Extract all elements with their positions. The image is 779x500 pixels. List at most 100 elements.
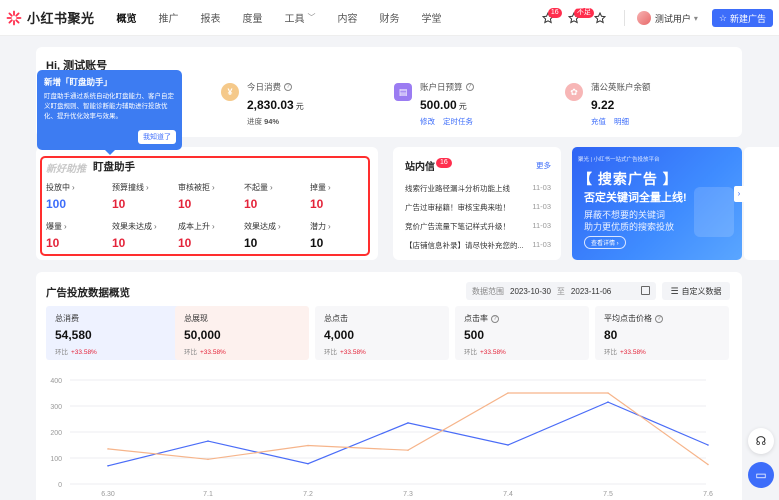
trend-line-chart: 0 100 200 300 400 6.30 7.1 7.2 7.3 7.4 7.5 7.6 xyxy=(50,378,713,498)
unit: 元 xyxy=(295,102,304,111)
inbox-message[interactable]: 【店铺信息补录】请尽快补充您的... 11-03 xyxy=(405,240,551,251)
chevron-down-icon[interactable]: ▾ xyxy=(694,14,698,23)
nav-item-overview[interactable]: 概览 xyxy=(117,10,137,25)
helper-cell-budget-hit[interactable]: 预算撞线 › 10 xyxy=(112,182,172,211)
start-date: 2023-10-30 xyxy=(510,286,551,296)
chevron-right-icon: › xyxy=(154,222,157,231)
series-line-2 xyxy=(107,392,709,465)
chat-button[interactable]: ▭ xyxy=(748,462,774,488)
kpi-change: 环比 +33.58% xyxy=(184,346,300,356)
new-ad-button[interactable]: ☆ 新建广告 xyxy=(711,9,773,27)
calendar-icon xyxy=(641,286,650,295)
chevron-right-icon: › xyxy=(72,183,75,192)
nav-item-content[interactable]: 内容 xyxy=(338,10,358,25)
got-it-button[interactable]: 我知道了 xyxy=(138,130,176,144)
balance-links: 充值 明细 xyxy=(591,116,651,127)
custom-data-button[interactable]: ☰ 自定义数据 xyxy=(662,282,730,300)
progress-label: 进度 xyxy=(247,117,262,126)
kpi-change-label: 环比 xyxy=(464,349,477,356)
message-date: 11-03 xyxy=(532,183,551,192)
today-spend-value: 2,830.03 元 xyxy=(247,98,304,112)
data-point xyxy=(307,444,309,447)
budget-links: 修改 定时任务 xyxy=(420,116,481,127)
nav-item-academy[interactable]: 学堂 xyxy=(422,10,442,25)
yuan-icon: ¥ xyxy=(221,83,239,101)
budget-label: 账户日预算 xyxy=(420,82,463,92)
inbox-message[interactable]: 竞价广告流量下笔记样式升级！ 11-03 xyxy=(405,221,551,232)
cell-label-text: 潜力 xyxy=(310,222,326,231)
data-point xyxy=(307,462,309,465)
today-progress: 进度 94% xyxy=(247,116,304,127)
cell-label: 预算撞线 › xyxy=(112,182,172,193)
favorites-button-2[interactable]: 不足 xyxy=(562,6,594,30)
kpi-label-text: 平均点击价格 xyxy=(604,314,652,323)
nav-item-measure[interactable]: 度量 xyxy=(243,10,263,25)
helper-cell-low-volume[interactable]: 不起量 › 10 xyxy=(244,182,304,211)
favorites-button-3[interactable] xyxy=(588,6,612,30)
kpi-total-clicks[interactable]: 总点击 4,000 环比 +33.58% xyxy=(315,306,449,360)
data-point xyxy=(507,392,509,394)
date-range-picker[interactable]: 数据范围 2023-10-30 至 2023-11-06 xyxy=(466,282,656,300)
cell-label: 爆量 › xyxy=(46,221,106,232)
carousel-next-button[interactable]: › xyxy=(734,186,744,202)
today-spend-metric: ¥ 今日消费? 2,830.03 元 进度 94% xyxy=(221,81,304,127)
scheduled-task-link[interactable]: 定时任务 xyxy=(443,117,473,126)
nav-item-tools[interactable]: 工具 ﹀ xyxy=(285,10,316,25)
helper-cell-rejected[interactable]: 审核被拒 › 10 xyxy=(178,182,238,211)
kpi-total-impressions[interactable]: 总展现 50,000 环比 +33.58% xyxy=(175,306,309,360)
customer-service-button[interactable]: ☊ xyxy=(748,428,774,454)
nav-item-reports[interactable]: 报表 xyxy=(201,10,221,25)
user-name[interactable]: 测试用户 xyxy=(655,12,691,25)
y-tick-label: 100 xyxy=(50,456,62,463)
kpi-label: 总展现 xyxy=(184,313,300,324)
kpi-avg-cpc[interactable]: 平均点击价格? 80 环比 +33.58% xyxy=(595,306,729,360)
help-icon[interactable]: ? xyxy=(491,314,499,323)
chevron-right-icon: › xyxy=(212,183,215,192)
data-point xyxy=(407,422,409,424)
faded-title[interactable]: 新好助推 xyxy=(46,160,86,175)
edit-budget-link[interactable]: 修改 xyxy=(420,117,435,126)
cell-value: 10 xyxy=(310,236,324,250)
helper-cell-running[interactable]: 投放中 › 100 xyxy=(46,182,106,211)
date-range-label: 数据范围 xyxy=(472,286,504,296)
y-tick-label: 200 xyxy=(50,430,62,437)
inbox-message[interactable]: 广告过审秘籍！审核宝典来啦！ 11-03 xyxy=(405,202,551,213)
favorites-button-1[interactable]: 16 xyxy=(536,6,562,30)
helper-cell-cost-rise[interactable]: 成本上升 › 10 xyxy=(178,221,238,250)
nav-item-promotion[interactable]: 推广 xyxy=(159,10,179,25)
divider xyxy=(623,10,625,26)
helper-cell-potential[interactable]: 潜力 › 10 xyxy=(310,221,370,250)
helper-cell-surge[interactable]: 爆量 › 10 xyxy=(46,221,106,250)
inbox-message[interactable]: 线索行业路径漏斗分析功能上线 11-03 xyxy=(405,183,551,194)
logo[interactable]: 小红书聚光 xyxy=(6,8,95,27)
banner-cta-button[interactable]: 查看详情 › xyxy=(584,236,626,249)
kpi-change-value: +33.58% xyxy=(480,349,506,356)
help-icon[interactable]: ? xyxy=(655,314,663,323)
promo-banner[interactable]: 聚光 | 小红书一站式广告投放平台 【 搜索广告 】 否定关键词全量上线! 屏蔽… xyxy=(572,147,742,260)
banner-illustration xyxy=(694,187,734,237)
cell-label-text: 审核被拒 xyxy=(178,183,210,192)
nav-item-finance[interactable]: 财务 xyxy=(380,10,400,25)
details-link[interactable]: 明细 xyxy=(614,117,629,126)
nav-label: 内容 xyxy=(337,14,358,25)
kpi-total-spend[interactable]: 总消费 54,580 环比 +33.58% xyxy=(46,306,180,360)
avatar[interactable] xyxy=(636,11,651,25)
kpi-ctr[interactable]: 点击率? 500 环比 +33.58% xyxy=(455,306,589,360)
cell-value: 10 xyxy=(244,197,258,211)
help-icon[interactable]: ? xyxy=(284,83,293,91)
help-icon[interactable]: ? xyxy=(465,83,474,91)
helper-cell-achieved[interactable]: 效果达成 › 10 xyxy=(244,221,304,250)
cell-value: 10 xyxy=(112,236,126,250)
helper-cell-drop[interactable]: 掉量 › 10 xyxy=(310,182,370,211)
inbox-more-link[interactable]: 更多 xyxy=(536,160,551,171)
nav-label: 度量 xyxy=(242,14,263,25)
message-date: 11-03 xyxy=(532,202,551,211)
nav-label: 工具 xyxy=(284,14,305,25)
nav-label: 报表 xyxy=(200,14,221,25)
helper-title[interactable]: 盯盘助手 xyxy=(93,159,135,174)
recharge-link[interactable]: 充值 xyxy=(591,117,606,126)
unit: 元 xyxy=(458,102,467,111)
dandelion-icon: ✿ xyxy=(565,83,583,101)
message-date: 11-03 xyxy=(532,240,551,249)
helper-cell-underperform[interactable]: 效果未达成 › 10 xyxy=(112,221,172,250)
